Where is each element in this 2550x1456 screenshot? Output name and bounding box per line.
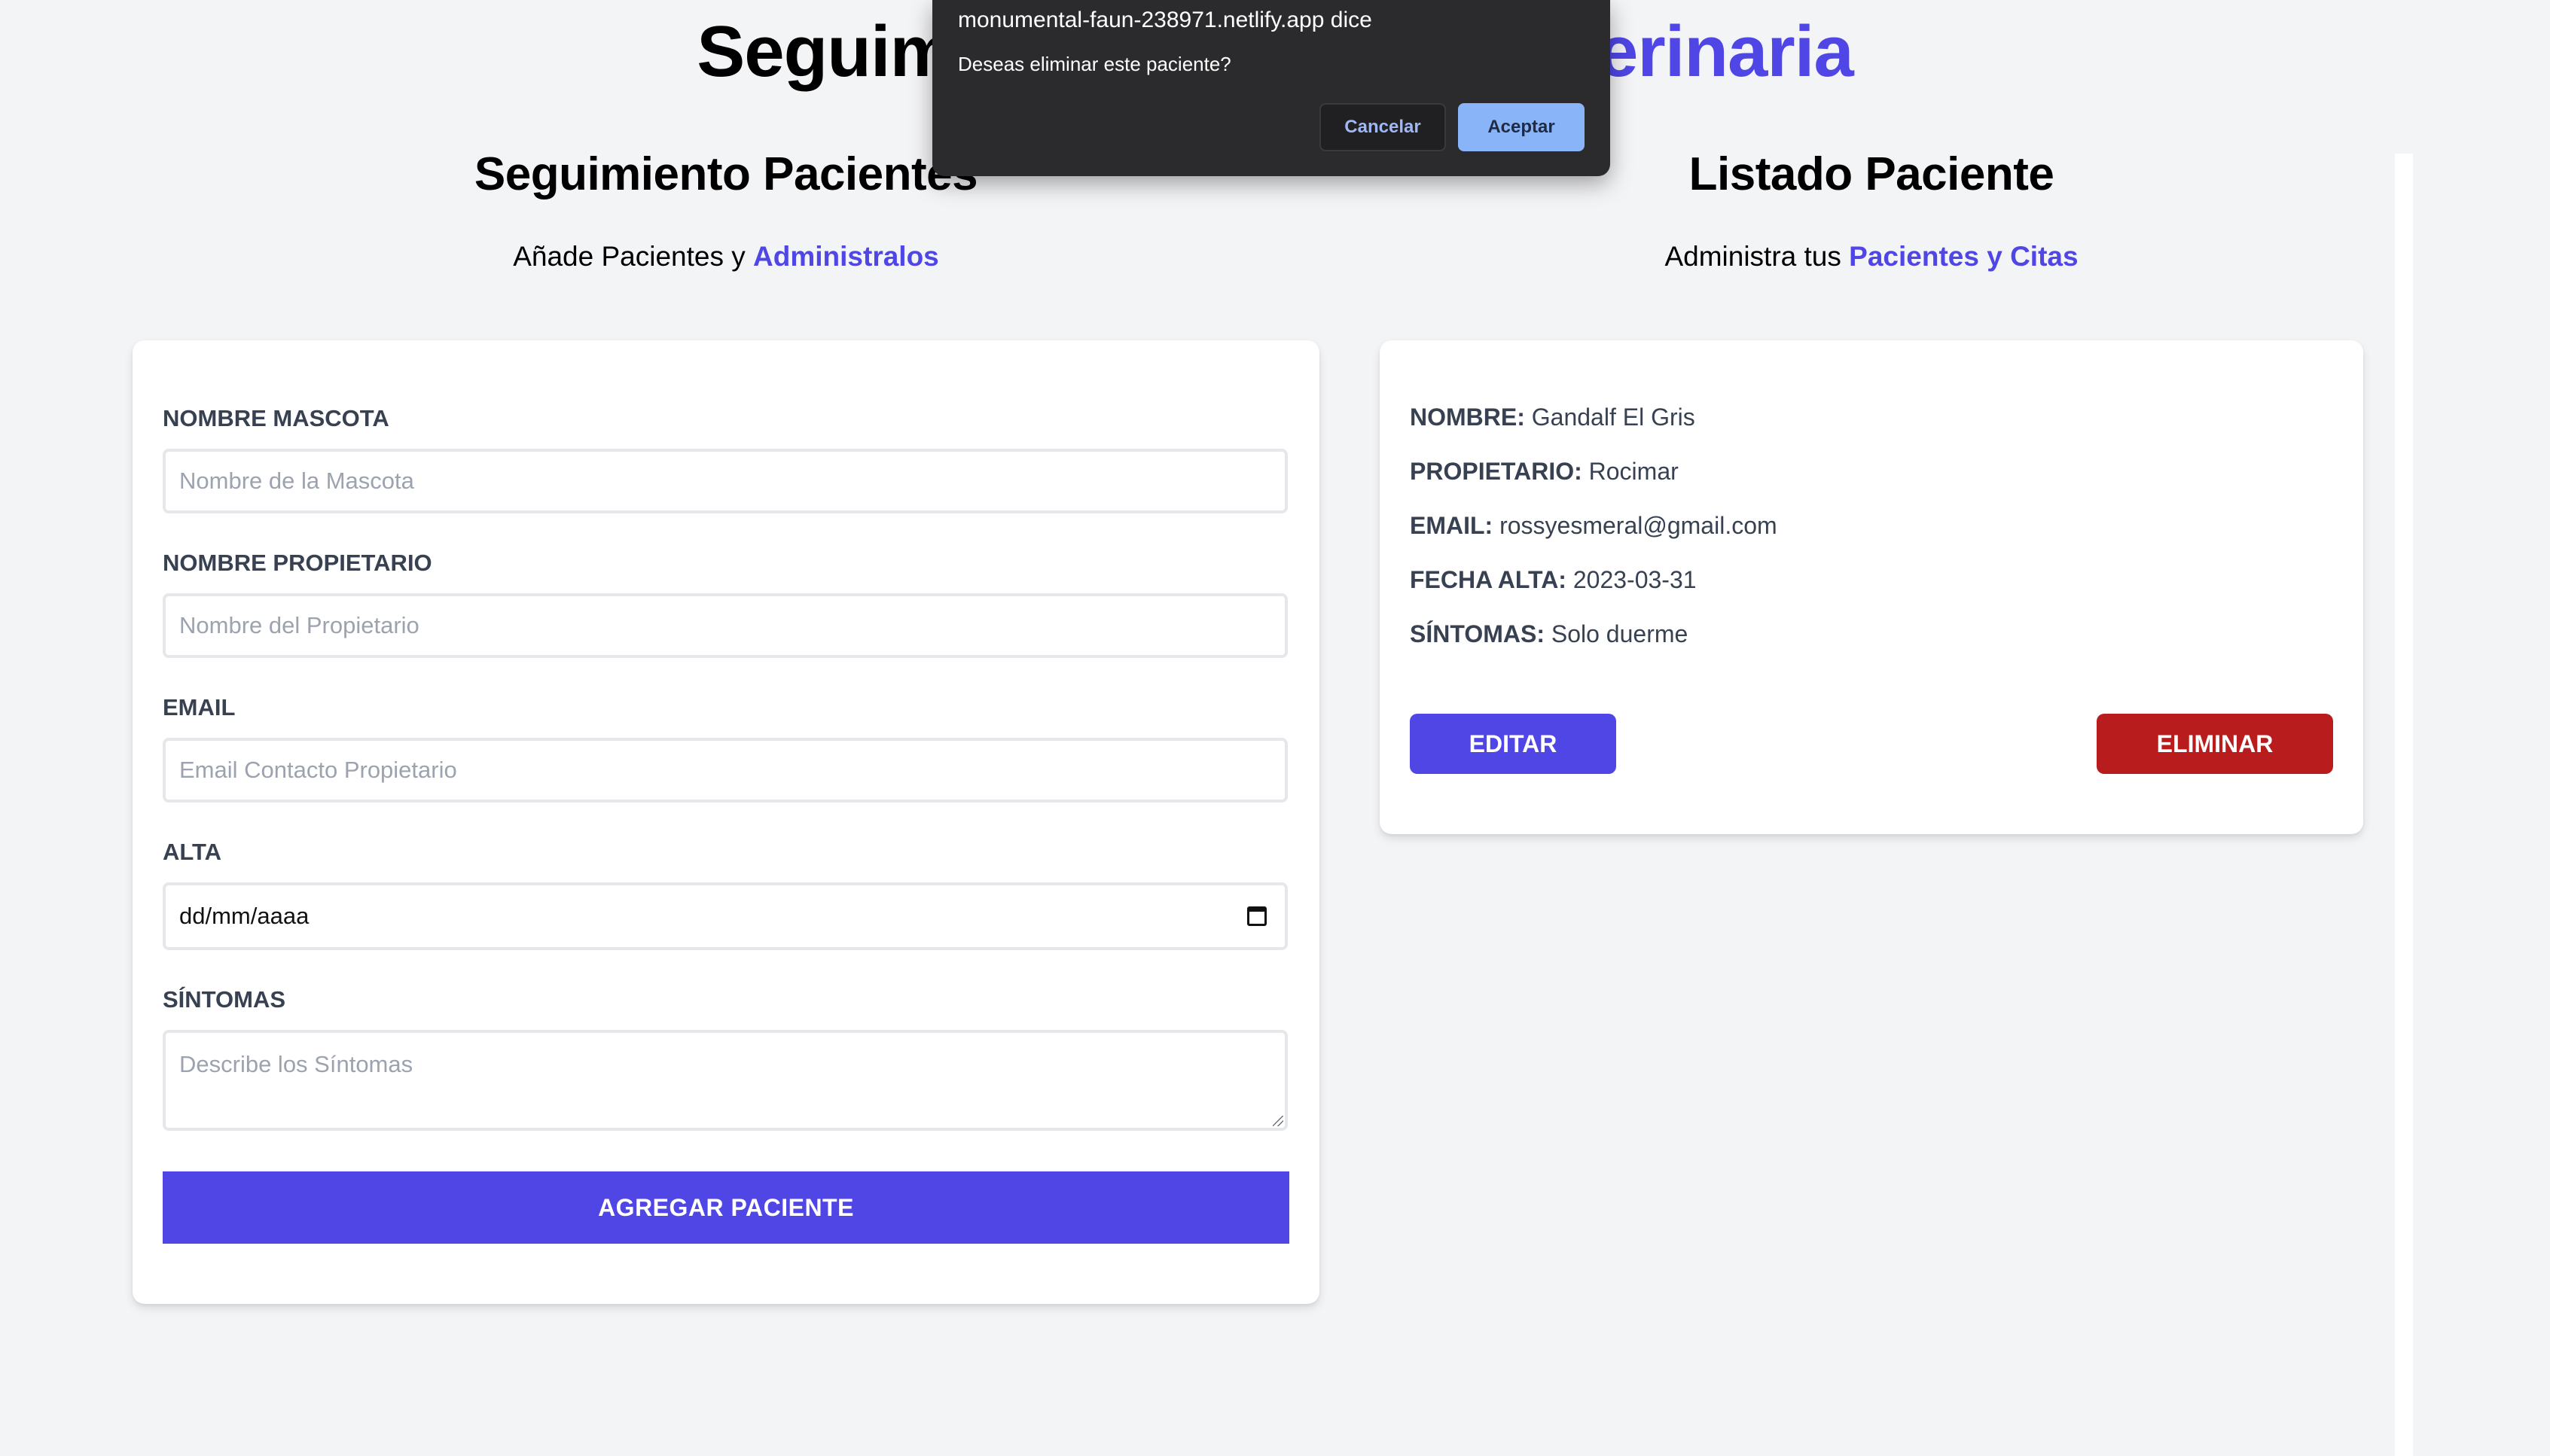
discharge-date-input[interactable]: dd/mm/aaaa: [163, 882, 1288, 950]
scrollbar-track[interactable]: [2395, 154, 2413, 1456]
patient-date-key: FECHA ALTA:: [1410, 566, 1566, 593]
patient-owner-key: PROPIETARIO:: [1410, 458, 1582, 485]
patient-date-line: FECHA ALTA: 2023-03-31: [1410, 566, 1697, 594]
list-subtitle-accent: Pacientes y Citas: [1849, 241, 2079, 272]
confirm-dialog: monumental-faun-238971.netlify.app dice …: [932, 0, 1610, 176]
symptoms-textarea[interactable]: [163, 1030, 1288, 1131]
list-subtitle-text: Administra tus: [1664, 241, 1850, 272]
discharge-date-label: ALTA: [163, 839, 222, 865]
patient-date-value: 2023-03-31: [1572, 566, 1697, 593]
patient-name-line: NOMBRE: Gandalf El Gris: [1410, 404, 1695, 431]
email-input[interactable]: [163, 738, 1288, 803]
patient-card: NOMBRE: Gandalf El Gris PROPIETARIO: Roc…: [1380, 340, 2363, 834]
delete-button[interactable]: ELIMINAR: [2097, 714, 2333, 774]
form-subtitle-accent: Administralos: [753, 241, 939, 272]
calendar-icon[interactable]: [1247, 906, 1267, 926]
pet-name-label: NOMBRE MASCOTA: [163, 405, 389, 431]
patient-email-key: EMAIL:: [1410, 512, 1493, 539]
edit-button[interactable]: EDITAR: [1410, 714, 1616, 774]
list-section-subtitle: Administra tus Pacientes y Citas: [1380, 241, 2363, 273]
patient-symptoms-line: SÍNTOMAS: Solo duerme: [1410, 620, 1688, 648]
patient-form: NOMBRE MASCOTA NOMBRE PROPIETARIO EMAIL …: [133, 340, 1319, 1304]
patient-owner-value: Rocimar: [1588, 458, 1679, 485]
patient-symptoms-key: SÍNTOMAS:: [1410, 620, 1545, 647]
patient-email-value: rossyesmeral@gmail.com: [1499, 512, 1777, 539]
pet-name-input[interactable]: [163, 449, 1288, 513]
discharge-date-value: dd/mm/aaaa: [179, 903, 310, 929]
patient-symptoms-value: Solo duerme: [1551, 620, 1688, 647]
owner-name-input[interactable]: [163, 593, 1288, 658]
form-section-subtitle: Añade Pacientes y Administralos: [199, 241, 1253, 273]
patient-name-key: NOMBRE:: [1410, 404, 1525, 431]
symptoms-label: SÍNTOMAS: [163, 986, 286, 1013]
patient-owner-line: PROPIETARIO: Rocimar: [1410, 458, 1679, 486]
dialog-origin: monumental-faun-238971.netlify.app dice: [958, 8, 1372, 32]
patient-name-value: Gandalf El Gris: [1531, 404, 1695, 431]
cancel-button[interactable]: Cancelar: [1319, 103, 1446, 151]
email-label: EMAIL: [163, 694, 236, 720]
owner-name-label: NOMBRE PROPIETARIO: [163, 550, 432, 576]
resize-grip-icon[interactable]: [1273, 1116, 1283, 1126]
patient-email-line: EMAIL: rossyesmeral@gmail.com: [1410, 512, 1777, 540]
add-patient-button[interactable]: AGREGAR PACIENTE: [163, 1171, 1289, 1244]
form-subtitle-text: Añade Pacientes y: [513, 241, 754, 272]
dialog-message: Deseas eliminar este paciente?: [958, 53, 1231, 75]
accept-button[interactable]: Aceptar: [1458, 103, 1585, 151]
